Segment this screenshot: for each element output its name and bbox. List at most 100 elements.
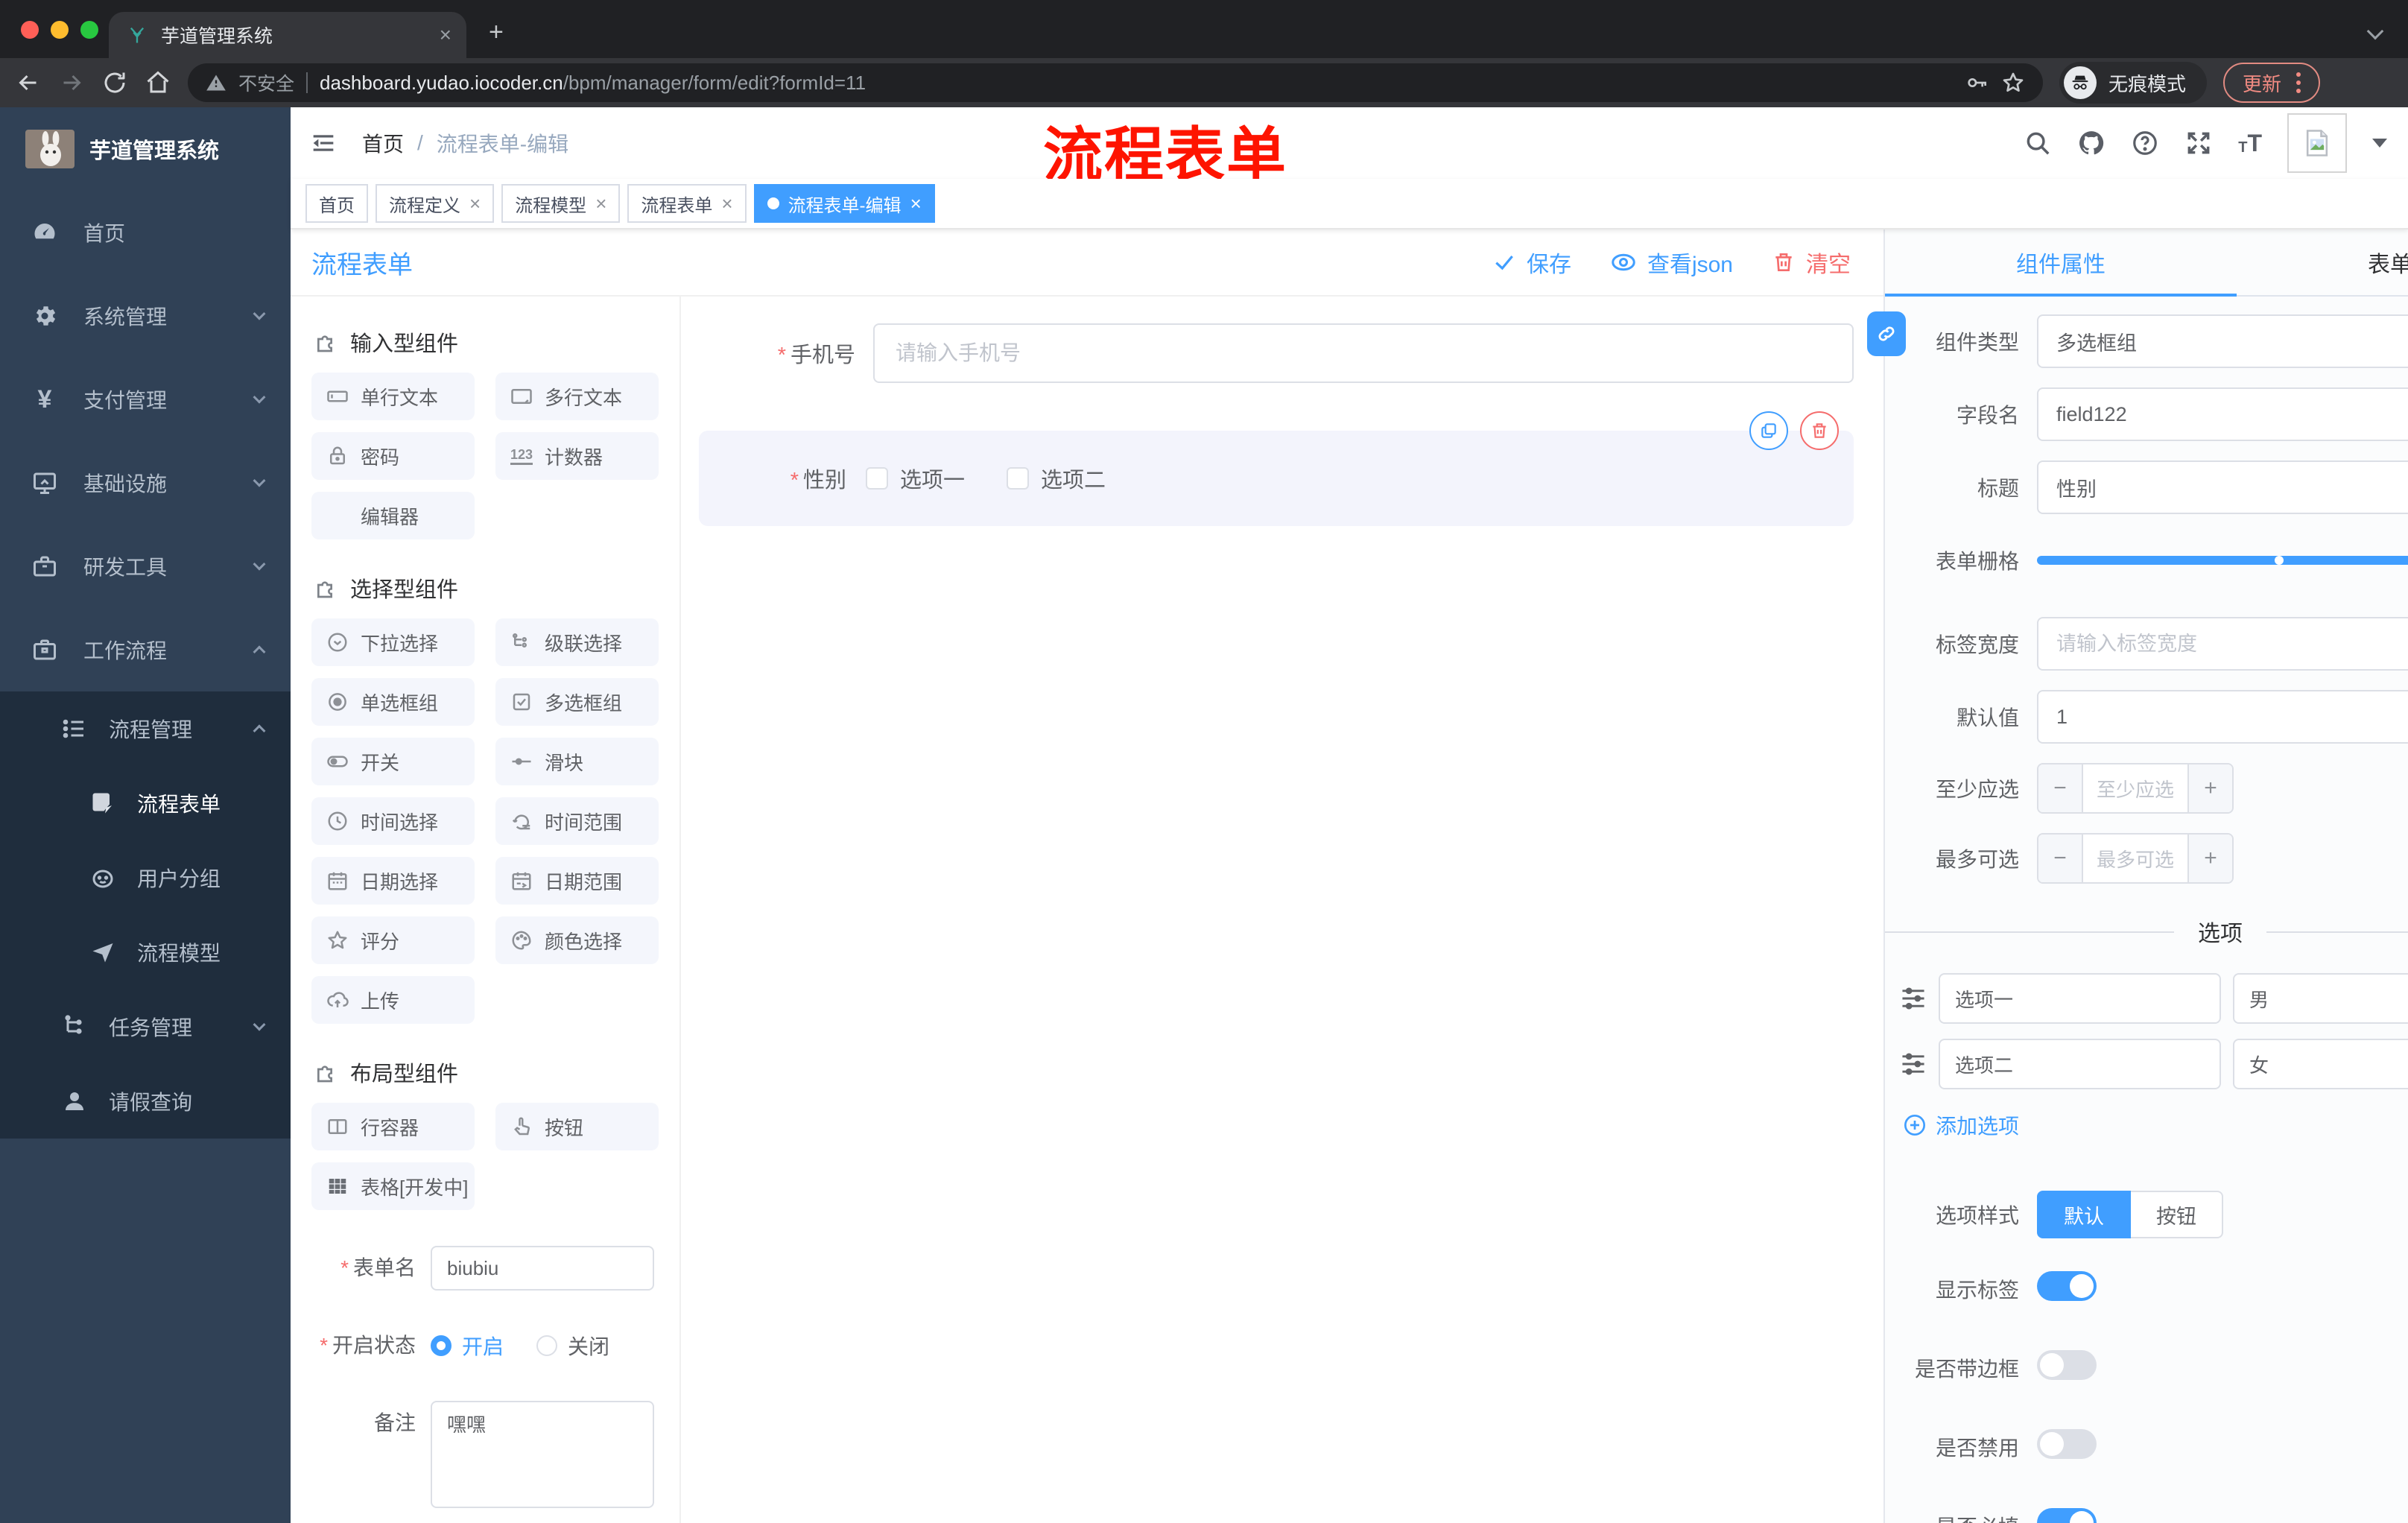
delete-field-button[interactable] [1800, 411, 1839, 450]
default-value-input[interactable] [2037, 690, 2408, 744]
new-tab-button[interactable]: + [489, 19, 504, 45]
palette-item-date-picker[interactable]: 日期选择 [311, 857, 475, 905]
breadcrumb-home[interactable]: 首页 [362, 128, 404, 158]
sidebar-collapse-icon[interactable] [310, 131, 337, 155]
label-width-input[interactable] [2037, 617, 2408, 671]
field-name-input[interactable] [2037, 387, 2408, 441]
disabled-toggle[interactable] [2037, 1429, 2097, 1459]
gender-option-2[interactable]: 选项二 [1007, 463, 1106, 494]
stepper-input[interactable]: 最多可选 [2083, 835, 2187, 882]
palette-item-time-range[interactable]: 时间范围 [495, 797, 659, 845]
show-label-toggle[interactable] [2037, 1271, 2097, 1301]
github-icon[interactable] [2077, 129, 2106, 157]
tag-close-icon[interactable]: × [595, 194, 606, 213]
palette-item-color-picker[interactable]: 颜色选择 [495, 916, 659, 964]
font-size-icon[interactable]: TT [2238, 131, 2262, 155]
component-type-select[interactable]: 多选框组 [2037, 314, 2408, 368]
reload-icon[interactable] [101, 69, 128, 96]
url-text[interactable]: dashboard.yudao.iocoder.cn/bpm/manager/f… [320, 72, 866, 95]
gender-option-1[interactable]: 选项一 [866, 463, 965, 494]
grid-slider[interactable] [2037, 556, 2408, 565]
border-toggle[interactable] [2037, 1350, 2097, 1380]
address-bar[interactable]: 不安全 dashboard.yudao.iocoder.cn/bpm/manag… [188, 63, 2043, 102]
palette-item-password[interactable]: 密码 [311, 432, 475, 480]
stepper-input[interactable]: 至少应选 [2083, 764, 2187, 812]
status-on-radio[interactable]: 开启 [431, 1331, 504, 1361]
palette-item-counter[interactable]: 123 计数器 [495, 432, 659, 480]
sidebar-item-process-mgmt[interactable]: 流程管理 [0, 691, 291, 766]
palette-item-cascader[interactable]: 级联选择 [495, 618, 659, 666]
password-key-icon[interactable] [1965, 71, 1989, 95]
sidebar-item-home[interactable]: 首页 [0, 191, 291, 274]
palette-item-table[interactable]: 表格[开发中] [311, 1162, 475, 1210]
avatar[interactable] [2287, 113, 2347, 173]
tag-process-model[interactable]: 流程模型 × [501, 184, 621, 223]
option-label-input[interactable] [1939, 1039, 2221, 1089]
stepper-decrease-button[interactable]: − [2038, 764, 2083, 812]
checkbox-box[interactable] [866, 467, 888, 490]
minimize-window-button[interactable] [51, 21, 69, 39]
palette-item-rate[interactable]: 评分 [311, 916, 475, 964]
view-json-button[interactable]: 查看json [1610, 246, 1733, 279]
browser-update-button[interactable]: 更新 [2223, 63, 2321, 103]
sidebar-item-leave-query[interactable]: 请假查询 [0, 1064, 291, 1139]
forward-icon[interactable] [58, 69, 85, 96]
sidebar-item-payment[interactable]: ¥ 支付管理 [0, 358, 291, 441]
palette-item-checkbox-group[interactable]: 多选框组 [495, 678, 659, 726]
tab-form-props[interactable]: 表单属性 [2237, 229, 2408, 295]
bookmark-star-icon[interactable] [2001, 71, 2025, 95]
form-remark-textarea[interactable]: 嘿嘿 [431, 1401, 654, 1508]
form-canvas[interactable]: *手机号 *性别 选项一 选项二 [681, 297, 1883, 1523]
style-button-button[interactable]: 按钮 [2131, 1191, 2223, 1238]
option-value-input[interactable] [2233, 973, 2408, 1024]
link-handle[interactable] [1867, 311, 1906, 356]
sidebar-brand[interactable]: 芋道管理系统 [0, 107, 291, 191]
style-default-button[interactable]: 默认 [2037, 1191, 2131, 1238]
canvas-field-phone[interactable]: * 手机号 [699, 323, 1854, 383]
maximize-window-button[interactable] [80, 21, 98, 39]
canvas-field-gender-selected[interactable]: * 性别 选项一 选项二 [699, 411, 1854, 526]
search-icon[interactable] [2024, 129, 2052, 157]
option-label-input[interactable] [1939, 973, 2221, 1024]
phone-input[interactable] [873, 323, 1854, 383]
tag-close-icon[interactable]: × [910, 194, 922, 213]
status-off-radio[interactable]: 关闭 [536, 1331, 609, 1361]
tag-process-definition[interactable]: 流程定义 × [376, 184, 495, 223]
palette-item-select[interactable]: 下拉选择 [311, 618, 475, 666]
title-input[interactable] [2037, 460, 2408, 514]
drag-handle-icon[interactable] [1900, 1052, 1927, 1076]
tab-component-props[interactable]: 组件属性 [1885, 229, 2237, 297]
stepper-decrease-button[interactable]: − [2038, 835, 2083, 882]
clear-button[interactable]: 清空 [1772, 246, 1851, 279]
palette-item-button[interactable]: 按钮 [495, 1103, 659, 1150]
sidebar-item-task-mgmt[interactable]: 任务管理 [0, 990, 291, 1064]
avatar-caret-icon[interactable] [2372, 139, 2387, 148]
stepper-increase-button[interactable]: + [2187, 764, 2232, 812]
palette-item-slider[interactable]: 滑块 [495, 738, 659, 785]
palette-item-textarea[interactable]: 多行文本 [495, 373, 659, 420]
sidebar-item-user-group[interactable]: 用户分组 [0, 840, 291, 915]
add-option-button[interactable]: 添加选项 [1903, 1110, 2408, 1140]
stepper-increase-button[interactable]: + [2187, 835, 2232, 882]
sidebar-item-process-model[interactable]: 流程模型 [0, 915, 291, 990]
tag-process-form-edit[interactable]: 流程表单-编辑 × [753, 184, 935, 223]
security-label[interactable]: 不安全 [238, 69, 294, 96]
palette-item-upload[interactable]: 上传 [311, 976, 475, 1024]
copy-field-button[interactable] [1749, 411, 1788, 450]
palette-item-editor[interactable]: 编辑器 [311, 492, 475, 539]
save-button[interactable]: 保存 [1492, 246, 1571, 279]
tag-close-icon[interactable]: × [721, 194, 732, 213]
tag-close-icon[interactable]: × [469, 194, 481, 213]
tab-search-chevron-icon[interactable] [2366, 22, 2384, 40]
update-label[interactable]: 更新 [2243, 69, 2281, 97]
help-icon[interactable] [2131, 129, 2159, 157]
home-icon[interactable] [145, 69, 171, 96]
palette-item-row-container[interactable]: 行容器 [311, 1103, 475, 1150]
sidebar-item-devtools[interactable]: 研发工具 [0, 525, 291, 608]
sidebar-item-workflow[interactable]: 工作流程 [0, 608, 291, 691]
palette-item-time-picker[interactable]: 时间选择 [311, 797, 475, 845]
drag-handle-icon[interactable] [1900, 987, 1927, 1010]
palette-item-switch[interactable]: 开关 [311, 738, 475, 785]
sidebar-item-process-form[interactable]: 流程表单 [0, 766, 291, 840]
sidebar-item-infra[interactable]: 基础设施 [0, 441, 291, 525]
